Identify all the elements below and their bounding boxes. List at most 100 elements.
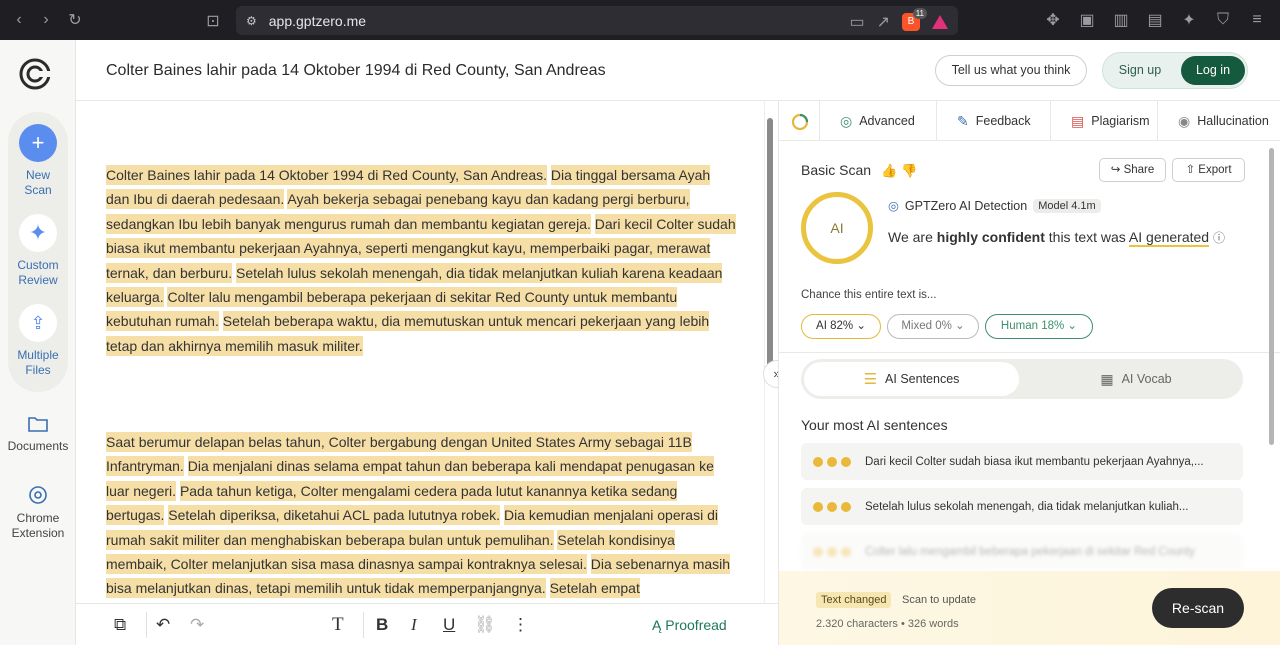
ai-pill-label: AI 82%: [816, 320, 854, 332]
export-button[interactable]: ⇧ Export: [1172, 158, 1245, 182]
sentence[interactable]: Setelah diperiksa, diketahui ACL pada lu…: [168, 505, 501, 526]
leo-icon[interactable]: ✦: [1176, 10, 1202, 30]
basic-scan-label: Basic Scan: [801, 162, 872, 178]
model-badge: Model 4.1m: [1033, 198, 1101, 213]
ai-sentences-toggle[interactable]: ☰ AI Sentences: [804, 362, 1019, 396]
export-icon: ⇧: [1185, 164, 1196, 176]
proofread-button[interactable]: Ą Proofread: [652, 617, 727, 633]
redo-icon[interactable]: ↷: [190, 615, 204, 635]
tab-hallucination[interactable]: ◉ Hallucination: [1157, 101, 1280, 141]
bookmark-icon[interactable]: ⊡: [200, 11, 226, 31]
gptzero-logo[interactable]: [18, 57, 52, 91]
ai-sentence-item[interactable]: Dari kecil Colter sudah biasa ikut memba…: [801, 443, 1243, 480]
text-style-icon[interactable]: T: [332, 614, 344, 636]
scan-progress-icon[interactable]: [791, 113, 809, 131]
basic-scan-title: Basic Scan 👍 👎: [801, 162, 917, 179]
tab-advanced[interactable]: ◎ Advanced: [819, 101, 937, 141]
tell-us-button[interactable]: Tell us what you think: [935, 55, 1087, 86]
chevron-down-icon: ⌄: [955, 320, 965, 332]
copy-icon[interactable]: ⧉: [114, 615, 126, 635]
editor-toolbar: ⧉ ↶ ↷ T B I U ⛓ ⋮ Ą Proofread: [76, 603, 778, 645]
share-label: Share: [1123, 164, 1155, 176]
address-bar[interactable]: ⚙ app.gptzero.me ▭ ↗ B 11: [236, 6, 958, 35]
chance-label: Chance this entire text is...: [801, 289, 937, 301]
ai-sentence-item[interactable]: Setelah lulus sekolah menengah, dia tida…: [801, 488, 1243, 525]
confidence-result: AI generated: [1128, 229, 1210, 247]
target-icon: ◎: [840, 112, 853, 129]
list-icon: ☰: [863, 371, 878, 388]
wallet-icon[interactable]: ▤: [1142, 10, 1168, 30]
more-icon[interactable]: ⋮: [512, 615, 529, 635]
multiple-files-button[interactable]: ⇪ Multiple Files: [0, 304, 76, 378]
tab-feedback[interactable]: ✎ Feedback: [936, 101, 1050, 141]
rescan-button[interactable]: Re-scan: [1152, 588, 1244, 628]
paragraph-1: Colter Baines lahir pada 14 Oktober 1994…: [106, 163, 736, 358]
human-pill[interactable]: Human 18% ⌄: [985, 314, 1093, 339]
reload-icon[interactable]: ↻: [62, 10, 88, 30]
thumbs-down-icon[interactable]: 👎: [901, 163, 917, 178]
pen-icon: ✎: [957, 112, 969, 129]
folder-icon: [28, 417, 48, 432]
confidence-level: highly confident: [936, 229, 1045, 245]
new-scan-label: New Scan: [24, 168, 52, 197]
browser-toolbar: ‹ › ↻ ⊡ ⚙ app.gptzero.me ▭ ↗ B 11 ✥ ▣ ▥ ▤…: [0, 0, 1280, 40]
chrome-extension-button[interactable]: Chrome Extension: [0, 485, 76, 541]
ai-vocab-label: AI Vocab: [1121, 372, 1172, 386]
new-scan-button[interactable]: + New Scan: [0, 124, 76, 198]
severity-dots: [813, 546, 851, 557]
italic-icon[interactable]: I: [411, 615, 417, 635]
signup-button[interactable]: Sign up: [1107, 56, 1173, 85]
text-changed-badge: Text changed: [816, 592, 892, 608]
brave-badge: 11: [912, 8, 927, 19]
extensions-icon[interactable]: ✥: [1040, 10, 1066, 30]
confidence-prefix: We are: [888, 229, 933, 245]
thumbs-up-icon[interactable]: 👍: [881, 163, 897, 178]
info-icon[interactable]: ⓘ: [1213, 231, 1225, 245]
mixed-pill[interactable]: Mixed 0% ⌄: [887, 314, 979, 339]
gptzero-mini-icon: ◎: [888, 199, 899, 213]
underline-icon[interactable]: U: [443, 615, 455, 635]
login-button[interactable]: Log in: [1181, 56, 1245, 85]
share-page-icon[interactable]: ↗: [877, 12, 890, 32]
ai-vocab-toggle[interactable]: ▦ AI Vocab: [1031, 362, 1241, 396]
undo-icon[interactable]: ↶: [156, 615, 170, 635]
sentence[interactable]: Colter Baines lahir pada 14 Oktober 1994…: [106, 165, 548, 185]
ai-sentence-item[interactable]: Colter lalu mengambil beberapa pekerjaan…: [801, 533, 1243, 570]
page-title[interactable]: Colter Baines lahir pada 14 Oktober 1994…: [106, 62, 606, 80]
vpn-icon[interactable]: ⛉: [1210, 11, 1236, 29]
text-editor[interactable]: Colter Baines lahir pada 14 Oktober 1994…: [76, 101, 764, 603]
editor-scroll-thumb[interactable]: [767, 118, 773, 368]
toolbar-divider: [146, 612, 147, 638]
menu-icon[interactable]: ≡: [1244, 11, 1270, 29]
cast-icon[interactable]: ▭: [849, 12, 864, 32]
ai-sentence-text: Setelah lulus sekolah menengah, dia tida…: [865, 500, 1189, 513]
sidebar-toggle-icon[interactable]: ▥: [1108, 10, 1134, 30]
tab-plagiarism[interactable]: ▤ Plagiarism: [1050, 101, 1158, 141]
chrome-icon: [29, 486, 47, 504]
forward-icon[interactable]: ›: [33, 11, 59, 29]
share-button[interactable]: ↪ Share: [1099, 158, 1166, 182]
paragraph-2: Saat berumur delapan belas tahun, Colter…: [106, 430, 736, 601]
ai-pill[interactable]: AI 82% ⌄: [801, 314, 881, 339]
site-settings-icon[interactable]: ⚙: [246, 14, 257, 28]
sentence[interactable]: Setelah empat: [549, 578, 640, 599]
documents-button[interactable]: Documents: [0, 415, 76, 454]
back-icon[interactable]: ‹: [6, 11, 32, 29]
proofread-label: Proofread: [665, 617, 727, 633]
brave-rewards-icon[interactable]: [932, 15, 948, 29]
rescan-card: Text changed Scan to update 2.320 charac…: [779, 571, 1280, 645]
documents-label: Documents: [7, 439, 69, 453]
upload-icon: ⇪: [19, 304, 57, 342]
link-icon[interactable]: ⛓: [474, 615, 496, 635]
document-header: Colter Baines lahir pada 14 Oktober 1994…: [76, 40, 1280, 101]
tab-advanced-label: Advanced: [859, 114, 915, 128]
custom-review-button[interactable]: ✦ Custom Review: [0, 214, 76, 288]
detection-line: ◎ GPTZero AI Detection Model 4.1m: [888, 198, 1101, 213]
panel-divider: [779, 352, 1280, 353]
mixed-pill-label: Mixed 0%: [901, 320, 952, 332]
panel-scroll-thumb[interactable]: [1269, 148, 1274, 445]
export-label: Export: [1198, 164, 1232, 176]
screenshot-icon[interactable]: ▣: [1074, 10, 1100, 30]
bold-icon[interactable]: B: [376, 615, 388, 635]
brave-shield-icon[interactable]: B 11: [902, 8, 927, 31]
